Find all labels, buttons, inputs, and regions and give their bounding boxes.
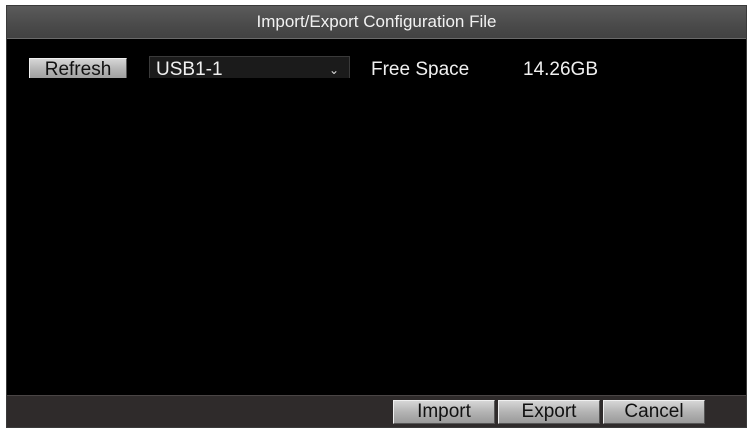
import-button[interactable]: Import	[393, 400, 495, 424]
dialog-title: Import/Export Configuration File	[7, 6, 746, 39]
cancel-button[interactable]: Cancel	[603, 400, 705, 424]
file-list[interactable]	[7, 78, 746, 396]
config-dialog: Import/Export Configuration File Refresh…	[6, 5, 747, 428]
export-button[interactable]: Export	[498, 400, 600, 424]
footer-bar: Import Export Cancel	[7, 395, 746, 427]
toolbar: Refresh USB1-1 ⌄ Free Space 14.26GB	[7, 38, 746, 83]
